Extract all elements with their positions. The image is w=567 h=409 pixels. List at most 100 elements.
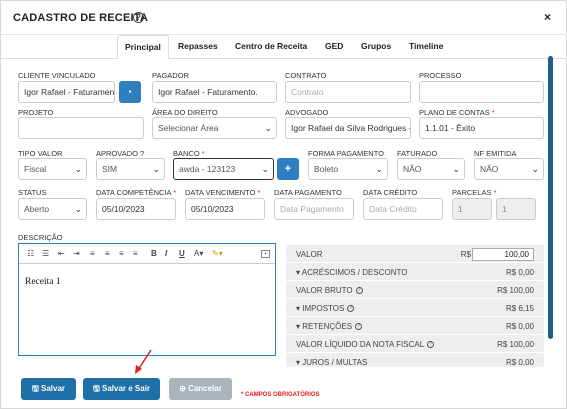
retencoes-label: ▾ RETENÇÕES?	[296, 322, 363, 331]
chevron-down-icon: ⌄	[452, 164, 460, 174]
data-pagamento-field[interactable]: Data Pagamento	[274, 198, 354, 220]
parcela-atual-field: 1	[452, 198, 492, 220]
required-mark: *	[493, 188, 497, 197]
required-fields-note: * CAMPOS OBRIGATÓRIOS	[241, 392, 320, 398]
faturado-label: FATURADO	[397, 149, 438, 158]
banco-label-text: BANCO	[173, 149, 200, 158]
contrato-field[interactable]: Contrato	[285, 81, 411, 103]
aprovado-select[interactable]: SIM ⌄	[96, 158, 165, 180]
acrescimos-label-text: ACRÉSCIMOS / DESCONTO	[301, 268, 408, 277]
fullscreen-icon[interactable]: ▪	[261, 250, 270, 258]
scrollbar[interactable]	[548, 56, 553, 339]
plano-field[interactable]: 1.1.01 - Êxito	[419, 117, 544, 139]
italic-icon[interactable]: I	[165, 249, 167, 258]
processo-label: PROCESSO	[419, 71, 462, 80]
tipo-valor-select[interactable]: Fiscal ⌄	[18, 158, 87, 180]
tab-timeline[interactable]: Timeline	[409, 41, 443, 51]
data-vencimento-label-text: DATA VENCIMENTO	[185, 188, 256, 197]
data-competencia-field[interactable]: 05/10/2023	[96, 198, 176, 220]
cancel-icon: ⊕	[179, 384, 189, 393]
forma-pagamento-select[interactable]: Boleto ⌄	[308, 158, 388, 180]
area-select[interactable]: Selecionar Área ⌄	[152, 117, 277, 139]
help-icon[interactable]: ?	[427, 341, 435, 349]
align-justify-icon[interactable]: ≡	[133, 249, 138, 258]
align-center-icon[interactable]: ≡	[105, 249, 110, 258]
impostos-label: ▾ IMPOSTOS?	[296, 304, 355, 313]
cadastro-receita-modal: CADASTRO DE RECEITA ? × Principal Repass…	[0, 0, 567, 409]
required-mark: *	[201, 149, 205, 158]
indent-increase-icon[interactable]: ⇥	[73, 249, 80, 258]
contrato-label: CONTRATO	[285, 71, 327, 80]
summary-row-valor-liquido: VALOR LÍQUIDO DA NOTA FISCAL? R$ 100,00	[286, 335, 544, 353]
pagador-field[interactable]: Igor Rafael - Faturamento.	[152, 81, 277, 103]
impostos-value: R$ 6,15	[505, 304, 534, 313]
save-icon: 🖫	[31, 384, 41, 393]
summary-row-acrescimos[interactable]: ▾ ACRÉSCIMOS / DESCONTO R$ 0,00	[286, 263, 544, 281]
highlight-icon[interactable]: ✎▾	[212, 249, 223, 258]
cancel-button[interactable]: ⊕ Cancelar	[169, 378, 232, 400]
tab-ged[interactable]: GED	[325, 41, 343, 51]
banco-label: BANCO *	[173, 149, 205, 158]
area-label: ÁREA DO DIREITO	[152, 108, 218, 117]
summary-row-impostos[interactable]: ▾ IMPOSTOS? R$ 6,15	[286, 299, 544, 317]
summary-row-retencoes[interactable]: ▾ RETENÇÕES? R$ 0,00	[286, 317, 544, 335]
indent-decrease-icon[interactable]: ⇤	[58, 249, 65, 258]
projeto-field[interactable]	[18, 117, 144, 139]
font-color-icon[interactable]: A▾	[194, 249, 203, 258]
tab-grupos[interactable]: Grupos	[361, 41, 391, 51]
banco-select[interactable]: awda - 123123 ⌄	[173, 158, 274, 180]
descricao-editor[interactable]: ☷ ☰ ⇤ ⇥ ≡ ≡ ≡ ≡ B I U A▾ ✎▾ ▪ Receita 1	[18, 243, 276, 356]
tab-bar: Principal Repasses Centro de Receita GED…	[1, 35, 567, 59]
faturado-select[interactable]: NÃO ⌄	[397, 158, 465, 180]
save-and-exit-button[interactable]: 🖫 Salvar e Sair	[83, 378, 160, 400]
data-pagamento-label: DATA PAGAMENTO	[274, 188, 342, 197]
unordered-list-icon[interactable]: ☰	[42, 249, 49, 258]
parcelas-label-text: PARCELAS	[452, 188, 492, 197]
help-icon[interactable]: ?	[133, 12, 144, 23]
retencoes-value: R$ 0,00	[505, 322, 534, 331]
plus-icon: +	[284, 163, 292, 175]
nf-emitida-label: NF EMITIDA	[474, 149, 517, 158]
add-banco-button[interactable]: +	[277, 158, 299, 180]
juros-value: R$ 0,00	[505, 358, 534, 367]
data-credito-label: DATA CRÉDITO	[363, 188, 418, 197]
data-vencimento-label: DATA VENCIMENTO *	[185, 188, 260, 197]
tab-centro-de-receita[interactable]: Centro de Receita	[235, 41, 307, 51]
data-vencimento-field[interactable]: 05/10/2023	[185, 198, 265, 220]
summary-row-juros[interactable]: ▾ JUROS / MULTAS R$ 0,00	[286, 353, 544, 371]
status-select[interactable]: Aberto ⌄	[18, 198, 87, 220]
tipo-valor-label: TIPO VALOR	[18, 149, 63, 158]
parcela-total-field: 1	[496, 198, 536, 220]
align-right-icon[interactable]: ≡	[119, 249, 124, 258]
retencoes-label-text: RETENÇÕES	[302, 322, 353, 331]
forma-pagamento-value: Boleto	[314, 164, 339, 174]
editor-toolbar: ☷ ☰ ⇤ ⇥ ≡ ≡ ≡ ≡ B I U A▾ ✎▾ ▪	[19, 244, 275, 264]
ordered-list-icon[interactable]: ☷	[27, 249, 34, 258]
add-cliente-button[interactable]: ▪	[119, 81, 141, 103]
impostos-label-text: IMPOSTOS	[302, 304, 345, 313]
valor-input[interactable]: 100,00	[472, 248, 534, 261]
underline-icon[interactable]: U	[179, 249, 185, 258]
close-icon[interactable]: ×	[544, 10, 551, 24]
save-icon: 🖫	[92, 384, 102, 393]
bold-icon[interactable]: B	[151, 249, 157, 258]
nf-emitida-select[interactable]: NÃO ⌄	[474, 158, 544, 180]
save-button[interactable]: 🖫 Salvar	[21, 378, 76, 400]
valor-bruto-label: VALOR BRUTO?	[296, 286, 363, 295]
data-credito-field[interactable]: Data Crédito	[363, 198, 443, 220]
align-left-icon[interactable]: ≡	[90, 249, 95, 258]
valor-bruto-label-text: VALOR BRUTO	[296, 286, 353, 295]
tab-repasses[interactable]: Repasses	[178, 41, 218, 51]
cliente-field[interactable]: Igor Rafael - Faturament	[18, 81, 115, 103]
projeto-label: PROJETO	[18, 108, 54, 117]
chevron-down-icon: ⌄	[261, 164, 269, 174]
chevron-down-icon: ⌄	[74, 204, 82, 214]
help-icon[interactable]: ?	[347, 305, 355, 313]
processo-field[interactable]	[419, 81, 544, 103]
advogado-field[interactable]: Igor Rafael da Silva Rodrigues -	[285, 117, 411, 139]
help-icon[interactable]: ?	[355, 287, 363, 295]
juros-label-text: JUROS / MULTAS	[302, 358, 368, 367]
tab-principal[interactable]: Principal	[117, 35, 169, 59]
help-icon[interactable]: ?	[355, 323, 363, 331]
valor-liquido-label-text: VALOR LÍQUIDO DA NOTA FISCAL	[296, 340, 425, 349]
